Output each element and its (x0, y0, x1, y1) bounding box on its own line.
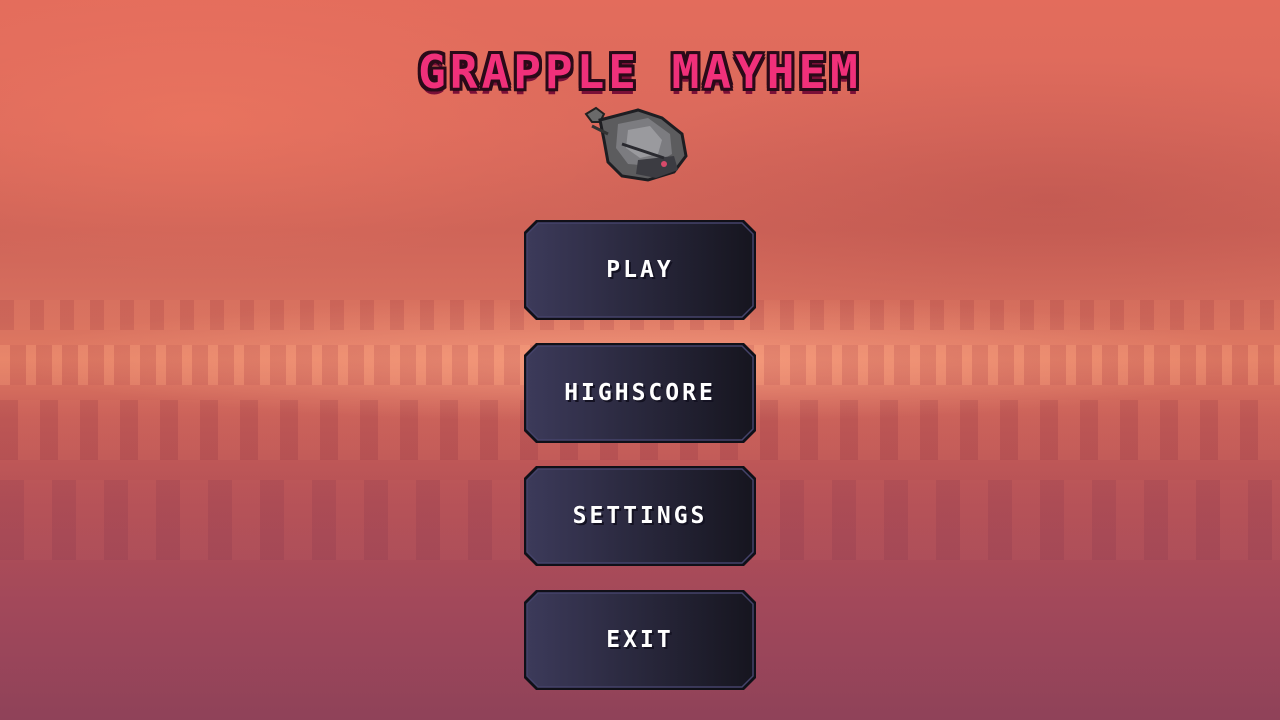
main-menu-screen: GRAPPLE MAYHEM PLAY HIGHSCORE SETTINGS E… (0, 0, 1280, 720)
game-title: GRAPPLE MAYHEM (418, 45, 862, 99)
exit-label: EXIT (606, 627, 674, 653)
play-button[interactable]: PLAY (522, 218, 758, 322)
highscore-label: HIGHSCORE (564, 380, 716, 406)
settings-button[interactable]: SETTINGS (522, 464, 758, 568)
exit-button[interactable]: EXIT (522, 588, 758, 692)
play-label: PLAY (606, 257, 674, 283)
highscore-button[interactable]: HIGHSCORE (522, 341, 758, 445)
spaceship-icon (578, 100, 690, 186)
settings-label: SETTINGS (572, 503, 708, 529)
